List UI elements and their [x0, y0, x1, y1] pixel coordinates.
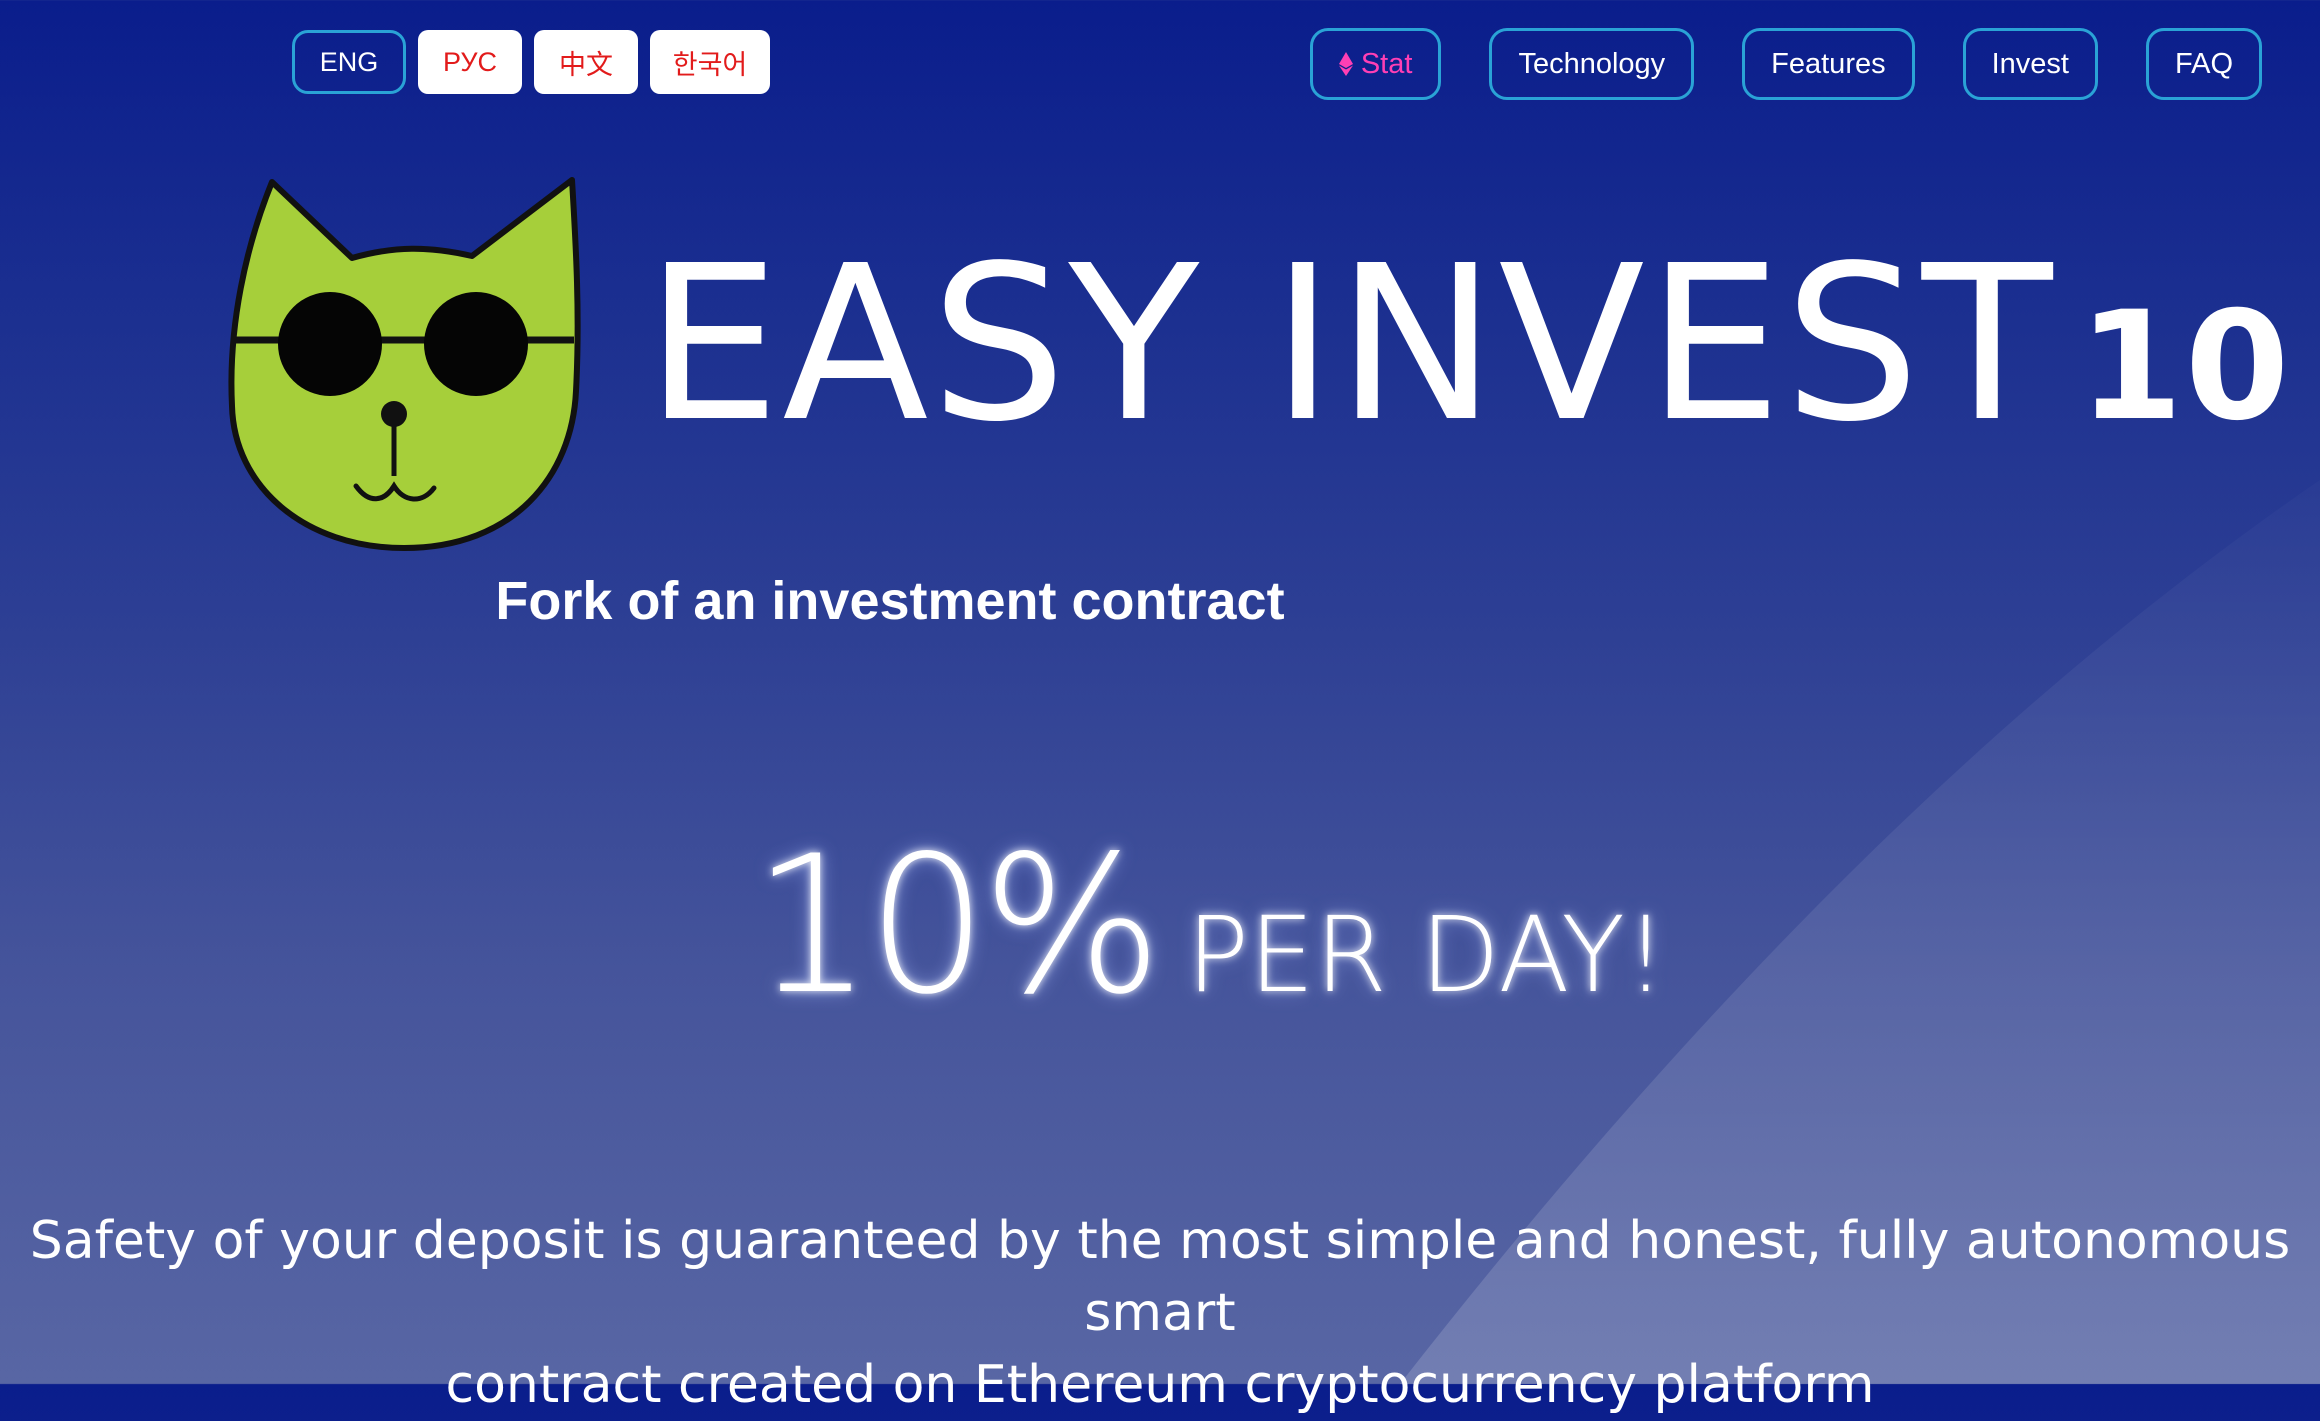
lang-eng-button[interactable]: ENG	[292, 30, 406, 94]
lang-zh-button[interactable]: 中文	[534, 30, 638, 94]
nav-technology-button[interactable]: Technology	[1489, 28, 1695, 100]
hero-tagline: Safety of your deposit is guaranteed by …	[0, 1205, 2320, 1421]
nav-invest-button[interactable]: Invest	[1962, 28, 2098, 100]
hero-tagline-line1: Safety of your deposit is guaranteed by …	[29, 1211, 2291, 1343]
lang-ko-button[interactable]: 한국어	[650, 30, 770, 94]
language-switcher: ENG РУС 中文 한국어	[292, 30, 770, 94]
brand-number: 10	[2078, 280, 2292, 454]
brand-title: EASY INVEST 10	[645, 238, 2291, 452]
lang-rus-button[interactable]: РУС	[418, 30, 522, 94]
daily-rate-suffix: PER DAY!	[1186, 894, 1667, 1016]
brand-name: EASY INVEST	[645, 220, 2055, 469]
main-nav: Stat Technology Features Invest FAQ	[1309, 28, 2262, 100]
cat-with-sunglasses-logo	[228, 177, 581, 551]
nav-features-button[interactable]: Features	[1742, 28, 1915, 100]
daily-rate-value: 10%	[752, 815, 1162, 1036]
ethereum-icon	[1338, 52, 1353, 76]
nav-faq-button[interactable]: FAQ	[2145, 28, 2262, 100]
daily-rate-headline: 10% PER DAY!	[752, 815, 1667, 1036]
hero-subtitle-text: Fork of an investment contract	[495, 571, 1285, 631]
hero-tagline-line2: contract created on Ethereum cryptocurre…	[445, 1355, 1875, 1415]
nav-stat-button[interactable]: Stat	[1309, 28, 1442, 100]
hero-subtitle: Fork of an investment contract	[0, 570, 2320, 632]
nav-stat-label: Stat	[1360, 47, 1413, 80]
